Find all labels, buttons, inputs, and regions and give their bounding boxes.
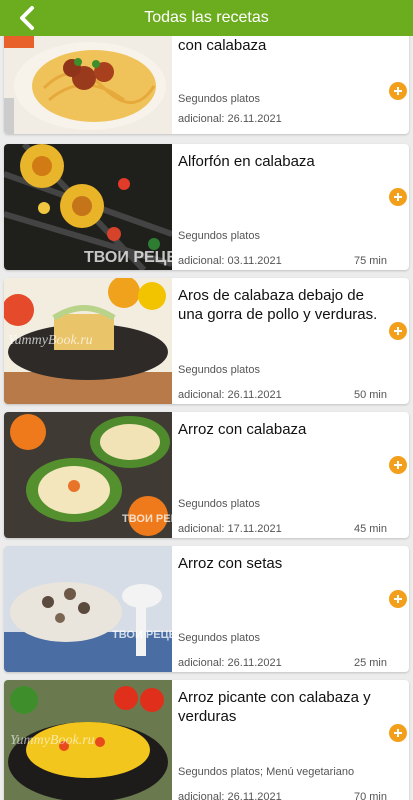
plus-icon — [394, 461, 402, 469]
recipe-time: 45 min — [353, 523, 387, 535]
recipe-time: 75 min — [353, 255, 387, 267]
recipe-date: adicional: 17.11.2021 — [178, 523, 282, 535]
page-title: Todas las recetas — [144, 9, 269, 26]
recipe-thumbnail: YummyBook.ru — [4, 680, 172, 800]
recipe-thumbnail: ТВОИ РЕЦЕПТЫ — [4, 144, 172, 270]
watermark: YummyBook.ru — [8, 333, 93, 348]
recipe-card[interactable]: YummyBook.ru Aros de calabaza debajo de … — [4, 278, 409, 404]
recipe-title: con calabaza — [178, 37, 267, 54]
watermark: ТВОИ РЕЦЕПТЫ — [122, 513, 172, 525]
recipe-date: adicional: 03.11.2021 — [178, 255, 282, 267]
add-favorite-button[interactable] — [389, 322, 407, 340]
recipe-title: Aros de calabaza debajo de una gorra de … — [178, 287, 378, 323]
plus-icon — [394, 87, 402, 95]
recipe-category: Segundos platos — [178, 230, 260, 242]
recipe-thumbnail: YummyBook.ru — [4, 278, 172, 404]
add-favorite-button[interactable] — [389, 188, 407, 206]
recipe-title: Arroz con setas — [178, 555, 283, 572]
app-bar: Todas las recetas — [0, 0, 413, 36]
recipe-title: Arroz con calabaza — [178, 421, 307, 438]
watermark: ТВОИ РЕЦЕПТЫ — [84, 249, 172, 266]
recipe-date: adicional: 26.11.2021 — [178, 657, 282, 669]
recipe-category: Segundos platos; Menú vegetariano — [178, 766, 355, 778]
recipe-card[interactable]: ТВОИ РЕЦЕПТЫ Alforfón en calabaza Segund… — [4, 144, 409, 270]
plus-icon — [394, 327, 402, 335]
recipe-category: Segundos platos — [178, 364, 260, 376]
add-favorite-button[interactable] — [389, 456, 407, 474]
recipe-card[interactable]: ТВОИ РЕЦЕПТЫ Arroz con calabaza Segundos… — [4, 412, 409, 538]
recipe-time: 25 min — [353, 657, 387, 669]
recipe-thumbnail: ТВОИ РЕЦЕПТЫ — [4, 546, 172, 672]
recipe-date: adicional: 26.11.2021 — [178, 791, 282, 800]
recipe-card[interactable]: con calabaza Segundos platos adicional: … — [4, 36, 409, 134]
add-favorite-button[interactable] — [389, 724, 407, 742]
recipe-title: Alforfón en calabaza — [178, 153, 315, 170]
recipe-list[interactable]: con calabaza Segundos platos adicional: … — [0, 36, 413, 800]
add-favorite-button[interactable] — [389, 82, 407, 100]
recipe-card[interactable]: YummyBook.ru Arroz picante con calabaza … — [4, 680, 409, 800]
add-favorite-button[interactable] — [389, 590, 407, 608]
watermark: ТВОИ РЕЦЕПТЫ — [112, 629, 172, 641]
recipe-category: Segundos platos — [178, 93, 260, 105]
recipe-thumbnail — [4, 36, 172, 134]
recipe-category: Segundos platos — [178, 632, 260, 644]
recipe-card[interactable]: ТВОИ РЕЦЕПТЫ Arroz con setas Segundos pl… — [4, 546, 409, 672]
plus-icon — [394, 729, 402, 737]
recipe-time: 70 min — [353, 791, 387, 800]
recipe-title: Arroz picante con calabaza y verduras — [178, 689, 371, 725]
recipe-date: adicional: 26.11.2021 — [178, 113, 282, 125]
recipe-time: 50 min — [353, 389, 387, 401]
plus-icon — [394, 193, 402, 201]
recipe-date: adicional: 26.11.2021 — [178, 389, 282, 401]
watermark: YummyBook.ru — [10, 733, 95, 748]
plus-icon — [394, 595, 402, 603]
recipe-thumbnail: ТВОИ РЕЦЕПТЫ — [4, 412, 172, 538]
recipe-category: Segundos platos — [178, 498, 260, 510]
